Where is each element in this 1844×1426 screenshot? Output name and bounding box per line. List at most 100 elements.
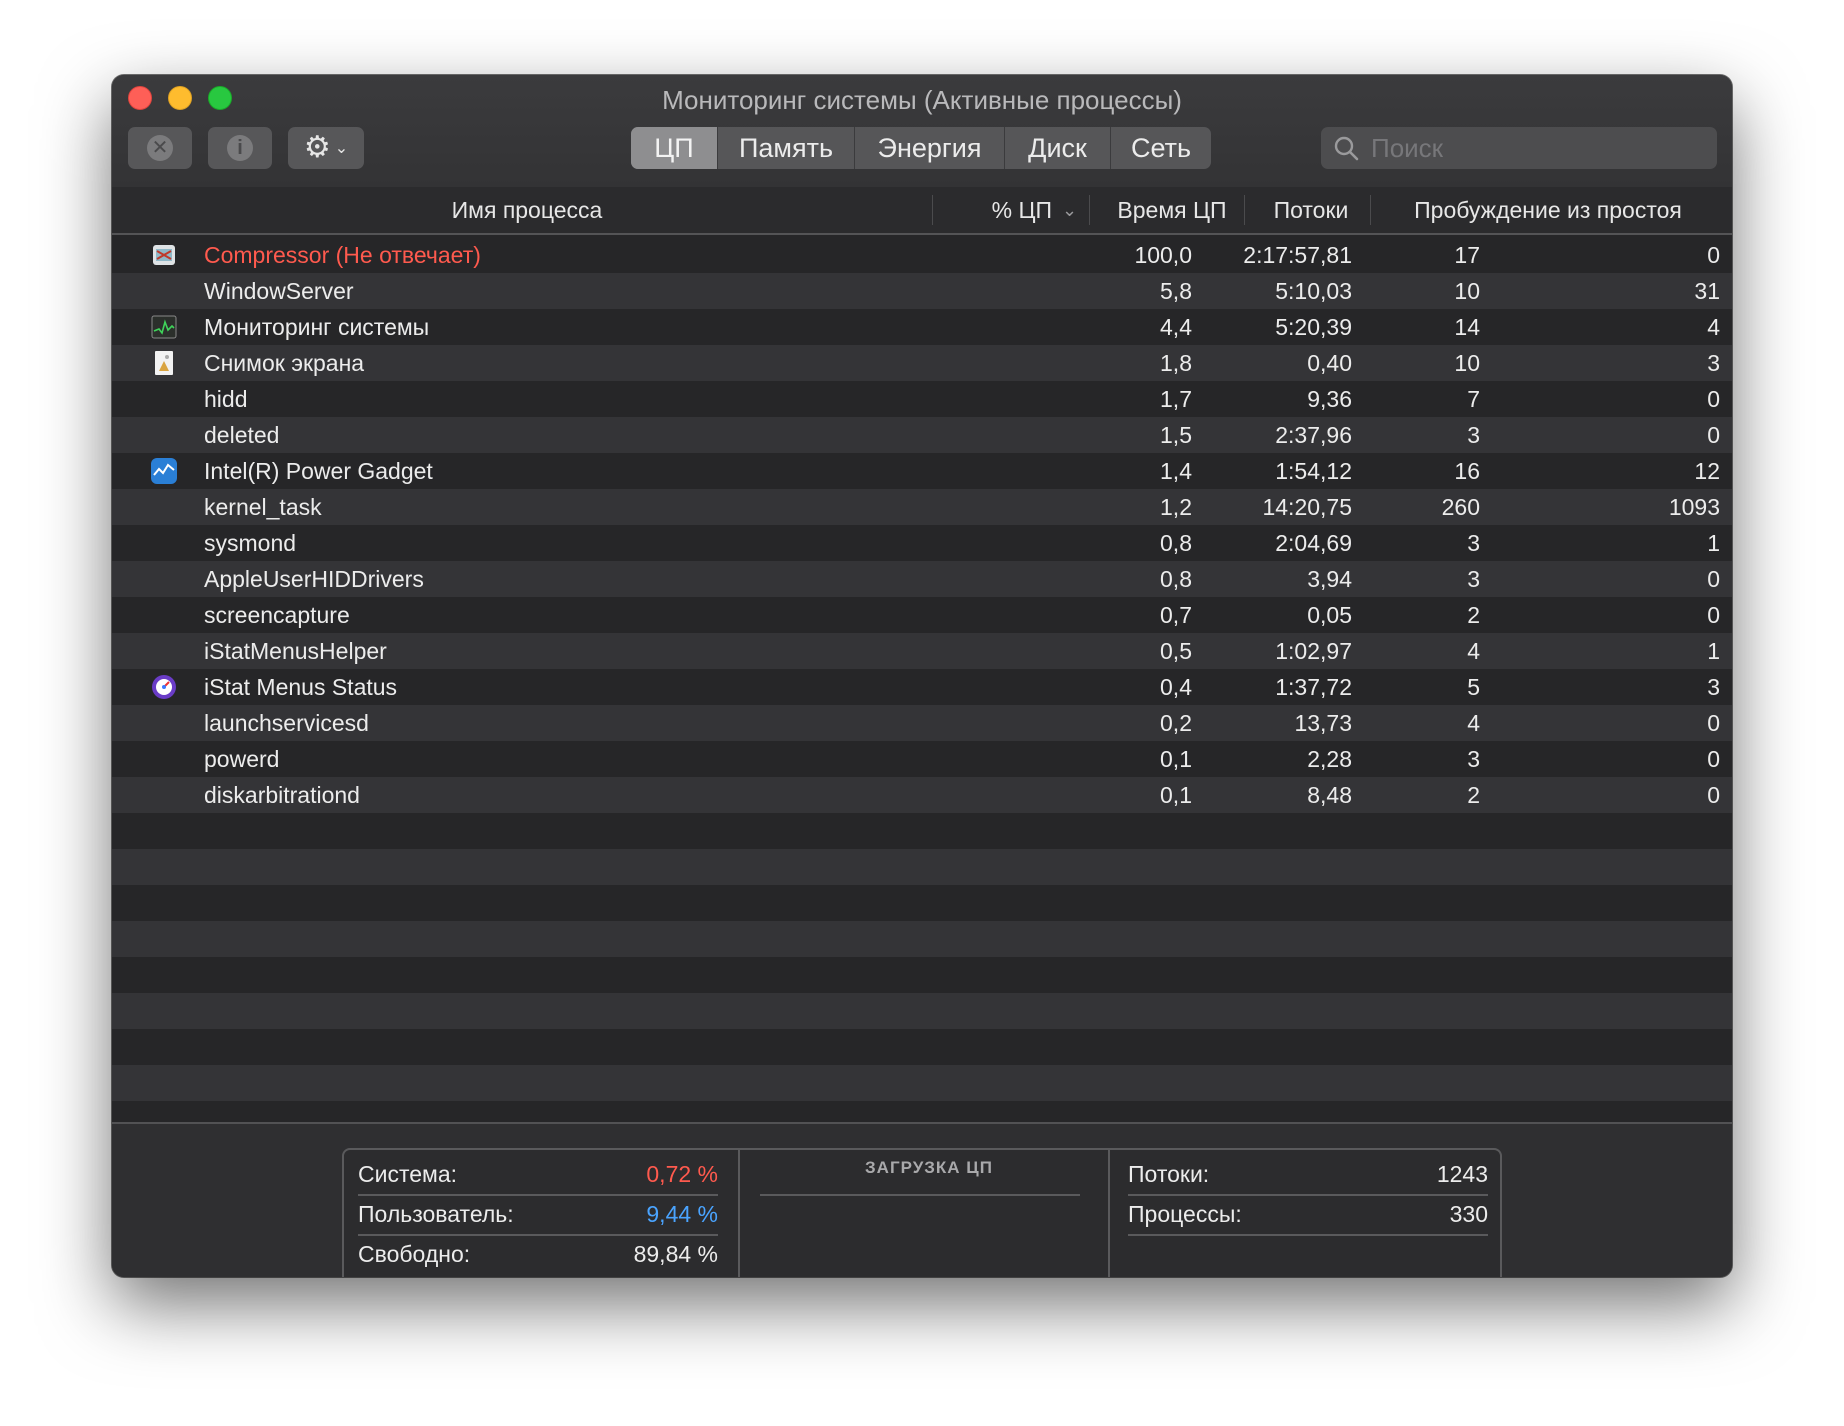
column-divider[interactable] — [1089, 195, 1090, 225]
column-header-cpu[interactable]: % ЦП — [952, 187, 1052, 233]
threads-cell: 5 — [1467, 674, 1480, 700]
table-row[interactable]: Снимок экрана 1,8 0,40 10 3 — [112, 345, 1732, 381]
table-row[interactable]: Intel(R) Power Gadget 1,4 1:54,12 16 12 — [112, 453, 1732, 489]
threads-cell: 3 — [1467, 566, 1480, 592]
cpu-summary-footer: Система: 0,72 % Пользователь: 9,44 % Сво… — [112, 1122, 1732, 1277]
cpu-percent-cell: 5,8 — [1160, 278, 1192, 304]
stat-system-label: Система: — [358, 1161, 458, 1187]
stop-process-button[interactable]: ✕ — [128, 127, 192, 169]
stat-user-label: Пользователь: — [358, 1201, 514, 1227]
istat-menus-app-icon — [150, 673, 178, 701]
table-row[interactable]: Мониторинг системы 4,4 5:20,39 14 4 — [112, 309, 1732, 345]
column-divider[interactable] — [1370, 195, 1371, 225]
idle-wake-ups-cell: 1 — [1707, 530, 1720, 556]
cpu-percent-cell: 1,2 — [1160, 494, 1192, 520]
divider — [760, 1194, 1080, 1196]
table-row[interactable]: WindowServer 5,8 5:10,03 10 31 — [112, 273, 1732, 309]
table-row[interactable]: AppleUserHIDDrivers 0,8 3,94 3 0 — [112, 561, 1732, 597]
process-name-cell: WindowServer — [204, 278, 354, 304]
cpu-time-cell: 2:04,69 — [1275, 530, 1352, 556]
process-name-cell: deleted — [204, 422, 280, 448]
empty-table-row — [112, 813, 1732, 849]
table-row[interactable]: hidd 1,7 9,36 7 0 — [112, 381, 1732, 417]
search-input[interactable] — [1371, 132, 1701, 164]
inspect-process-button[interactable]: i — [208, 127, 272, 169]
column-divider[interactable] — [932, 195, 933, 225]
activity-monitor-app-icon — [150, 313, 178, 341]
idle-wake-ups-cell: 0 — [1707, 422, 1720, 448]
gear-icon: ⚙ — [303, 131, 331, 164]
chevron-down-icon: ⌄ — [334, 140, 349, 157]
stat-threads-label: Потоки: — [1128, 1161, 1210, 1187]
cpu-percent-cell: 100,0 — [1134, 242, 1192, 268]
column-header-cpu-time[interactable]: Время ЦП — [1097, 187, 1247, 233]
tab-cpu[interactable]: ЦП — [631, 127, 718, 169]
stat-system: Система: 0,72 % — [358, 1154, 718, 1196]
process-name-cell: Compressor (Не отвечает) — [204, 242, 481, 268]
activity-monitor-window: Мониторинг системы (Активные процессы) ✕… — [112, 75, 1732, 1277]
tab-energy[interactable]: Энергия — [855, 127, 1005, 169]
cpu-time-cell: 9,36 — [1307, 386, 1352, 412]
cpu-percent-cell: 4,4 — [1160, 314, 1192, 340]
info-icon: i — [227, 135, 253, 161]
process-name-cell: launchservicesd — [204, 710, 369, 736]
process-name-cell: kernel_task — [204, 494, 322, 520]
empty-table-row — [112, 885, 1732, 921]
toolbar: Мониторинг системы (Активные процессы) ✕… — [112, 75, 1732, 188]
column-divider[interactable] — [1244, 195, 1245, 225]
empty-table-row — [112, 1065, 1732, 1101]
cpu-load-graph-title: ЗАГРУЗКА ЦП — [865, 1158, 993, 1177]
table-row[interactable]: kernel_task 1,2 14:20,75 260 1093 — [112, 489, 1732, 525]
idle-wake-ups-cell: 0 — [1707, 746, 1720, 772]
threads-cell: 3 — [1467, 422, 1480, 448]
table-row[interactable]: iStat Menus Status 0,4 1:37,72 5 3 — [112, 669, 1732, 705]
process-name-cell: hidd — [204, 386, 248, 412]
tab-disk[interactable]: Диск — [1005, 127, 1111, 169]
stat-idle-value: 89,84 % — [633, 1241, 718, 1267]
threads-cell: 10 — [1454, 350, 1480, 376]
cpu-time-cell: 8,48 — [1307, 782, 1352, 808]
cpu-time-cell: 14:20,75 — [1262, 494, 1352, 520]
column-header-idle-wake-ups[interactable]: Пробуждение из простоя — [1378, 187, 1718, 233]
idle-wake-ups-cell: 1 — [1707, 638, 1720, 664]
process-name-cell: sysmond — [204, 530, 297, 556]
table-row[interactable]: Compressor (Не отвечает) 100,0 2:17:57,81 1… — [112, 237, 1732, 273]
idle-wake-ups-cell: 0 — [1707, 710, 1720, 736]
process-name-cell: Мониторинг системы — [204, 314, 430, 340]
cpu-time-cell: 5:20,39 — [1275, 314, 1352, 340]
idle-wake-ups-cell: 3 — [1707, 674, 1720, 700]
cpu-percent-cell: 0,7 — [1160, 602, 1192, 628]
idle-wake-ups-cell: 3 — [1707, 350, 1720, 376]
idle-wake-ups-cell: 0 — [1707, 386, 1720, 412]
cpu-percent-cell: 1,8 — [1160, 350, 1192, 376]
table-row[interactable]: launchservicesd 0,2 13,73 4 0 — [112, 705, 1732, 741]
process-name-cell: iStat Menus Status — [204, 674, 398, 700]
tab-memory[interactable]: Память — [718, 127, 855, 169]
table-row[interactable]: diskarbitrationd 0,1 8,48 2 0 — [112, 777, 1732, 813]
idle-wake-ups-cell: 0 — [1707, 782, 1720, 808]
action-menu-button[interactable]: ⚙ ⌄ — [288, 127, 364, 169]
column-header-threads[interactable]: Потоки — [1252, 187, 1370, 233]
threads-cell: 4 — [1467, 710, 1480, 736]
cpu-percent-cell: 1,7 — [1160, 386, 1192, 412]
cpu-time-cell: 1:37,72 — [1275, 674, 1352, 700]
process-name-cell: AppleUserHIDDrivers — [204, 566, 424, 592]
process-name-cell: iStatMenusHelper — [204, 638, 387, 664]
threads-cell: 2 — [1467, 782, 1480, 808]
threads-cell: 3 — [1467, 746, 1480, 772]
stat-processes: Процессы: 330 — [1128, 1194, 1488, 1236]
idle-wake-ups-cell: 0 — [1707, 242, 1720, 268]
tab-network[interactable]: Сеть — [1111, 127, 1211, 169]
cpu-time-cell: 0,40 — [1307, 350, 1352, 376]
process-name-cell: Intel(R) Power Gadget — [204, 458, 433, 484]
search-field[interactable] — [1321, 127, 1717, 169]
table-row[interactable]: deleted 1,5 2:37,96 3 0 — [112, 417, 1732, 453]
table-row[interactable]: screencapture 0,7 0,05 2 0 — [112, 597, 1732, 633]
cpu-percent-cell: 1,5 — [1160, 422, 1192, 448]
table-row[interactable]: iStatMenusHelper 0,5 1:02,97 4 1 — [112, 633, 1732, 669]
table-row[interactable]: powerd 0,1 2,28 3 0 — [112, 741, 1732, 777]
table-row[interactable]: sysmond 0,8 2:04,69 3 1 — [112, 525, 1732, 561]
power-gadget-app-icon — [150, 457, 178, 485]
column-header-process-name[interactable]: Имя процесса — [222, 187, 832, 233]
empty-table-row — [112, 921, 1732, 957]
